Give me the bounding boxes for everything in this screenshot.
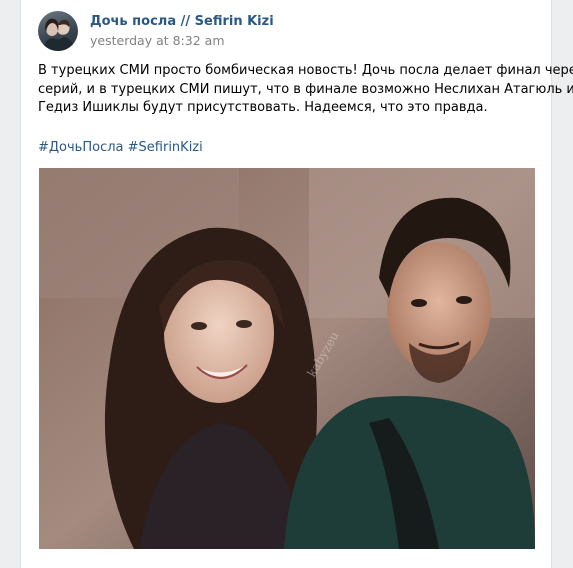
post-author-link[interactable]: Дочь посла // Sefirin Kizi: [90, 14, 274, 29]
post-hashtags: #ДочьПосла #SefirinKizi: [38, 140, 203, 155]
post-text: В турецких СМИ просто бомбическая новост…: [38, 62, 573, 118]
photo-image: kabyzeu: [39, 168, 535, 549]
hashtag-link[interactable]: #SefirinKizi: [128, 140, 203, 155]
post-photo[interactable]: kabyzeu: [39, 168, 535, 549]
hashtag-link[interactable]: #ДочьПосла: [38, 140, 124, 155]
post-text-line: серий, и в турецких СМИ пишут, что в фин…: [38, 81, 573, 97]
avatar-image-icon: [42, 18, 76, 51]
post-timestamp[interactable]: yesterday at 8:32 am: [90, 33, 225, 48]
post-text-line: Гедиз Ишиклы будут присутствовать. Надее…: [38, 100, 488, 115]
community-avatar[interactable]: [38, 11, 78, 51]
post-card: Дочь посла // Sefirin Kizi yesterday at …: [20, 0, 573, 568]
post-text-line: В турецких СМИ просто бомбическая новост…: [38, 63, 573, 78]
